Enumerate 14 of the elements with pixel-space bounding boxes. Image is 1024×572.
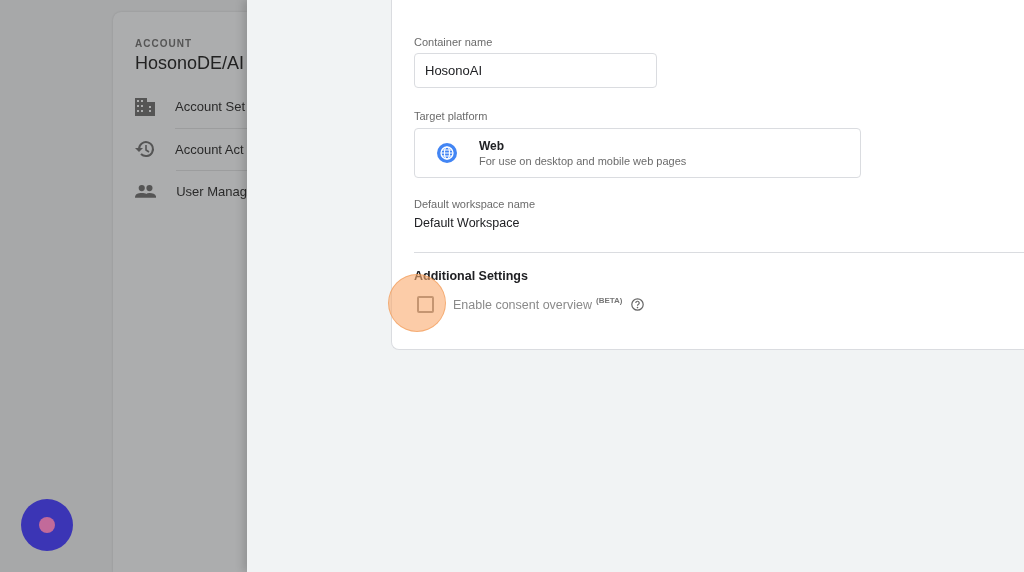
beta-label: (BETA) (596, 296, 623, 305)
account-name: HosonoDE/AI (135, 53, 246, 74)
field-label: Default workspace name (414, 198, 537, 210)
container-name-field[interactable]: HosonoAI (414, 53, 657, 88)
field-label: Container name (414, 36, 494, 48)
section-heading: Additional Settings (414, 269, 529, 283)
field-label: Target platform (414, 110, 489, 122)
workspace-value: Default Workspace (414, 216, 521, 230)
consent-label: Enable consent overview (453, 297, 592, 312)
menu-item[interactable]: Account Set (175, 86, 247, 128)
platform-title: Web (479, 139, 506, 153)
account-overline: ACCOUNT (135, 38, 193, 49)
platform-option[interactable]: Web For use on desktop and mobile web pages (414, 128, 861, 178)
platform-description: For use on desktop and mobile web pages (479, 155, 687, 167)
